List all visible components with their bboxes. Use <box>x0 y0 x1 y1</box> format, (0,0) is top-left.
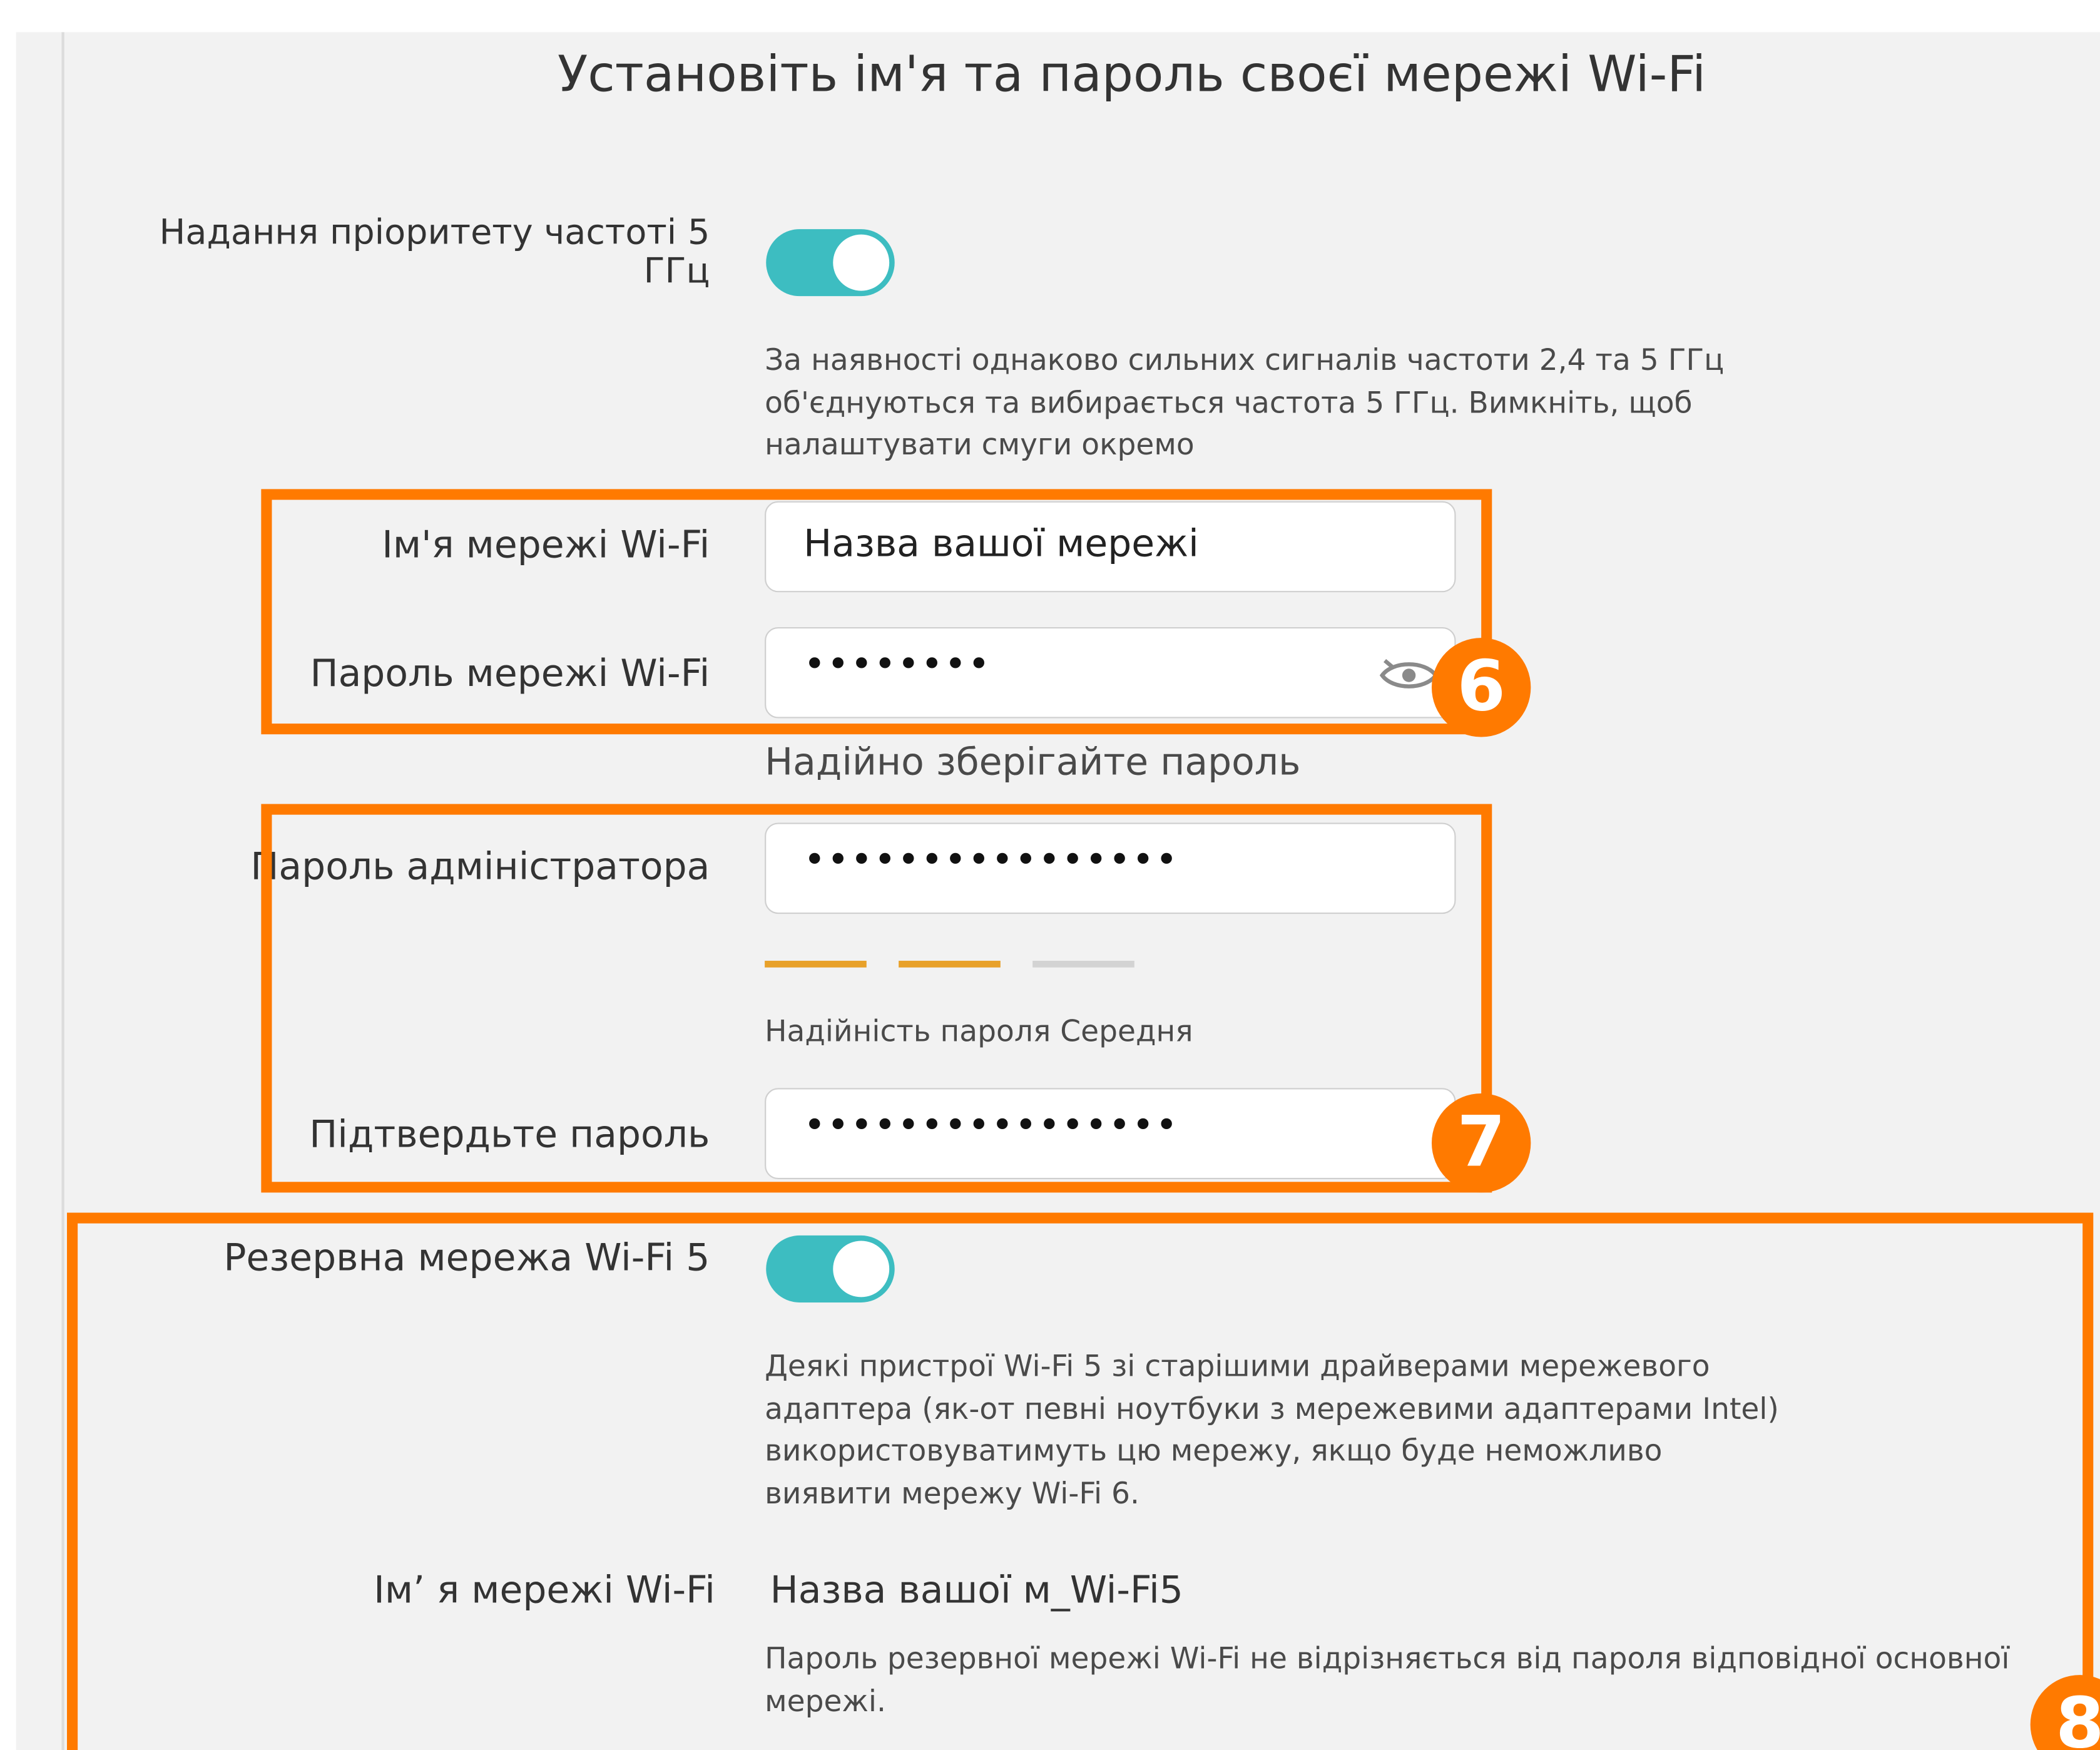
toggle-knob <box>833 234 890 291</box>
band-priority-help: За наявності однаково сильних сигналів ч… <box>765 344 1725 463</box>
step-badge-7: 7 <box>1431 1093 1531 1193</box>
page-title: Установіть ім'я та пароль своєї мережі W… <box>557 45 1706 103</box>
band-priority-toggle[interactable] <box>766 229 895 297</box>
panel-divider <box>61 32 64 1750</box>
band-priority-label: Надання пріоритету частоті 5 ГГц <box>159 213 710 292</box>
highlight-box-7 <box>261 804 1492 1193</box>
wifi-setup-page: Установіть ім'я та пароль своєї мережі W… <box>0 0 2100 1750</box>
wifi-password-hint: Надійно зберігайте пароль <box>765 739 1301 784</box>
step-badge-6: 6 <box>1431 638 1531 737</box>
highlight-box-6 <box>261 489 1492 735</box>
highlight-box-8 <box>67 1212 2094 1750</box>
